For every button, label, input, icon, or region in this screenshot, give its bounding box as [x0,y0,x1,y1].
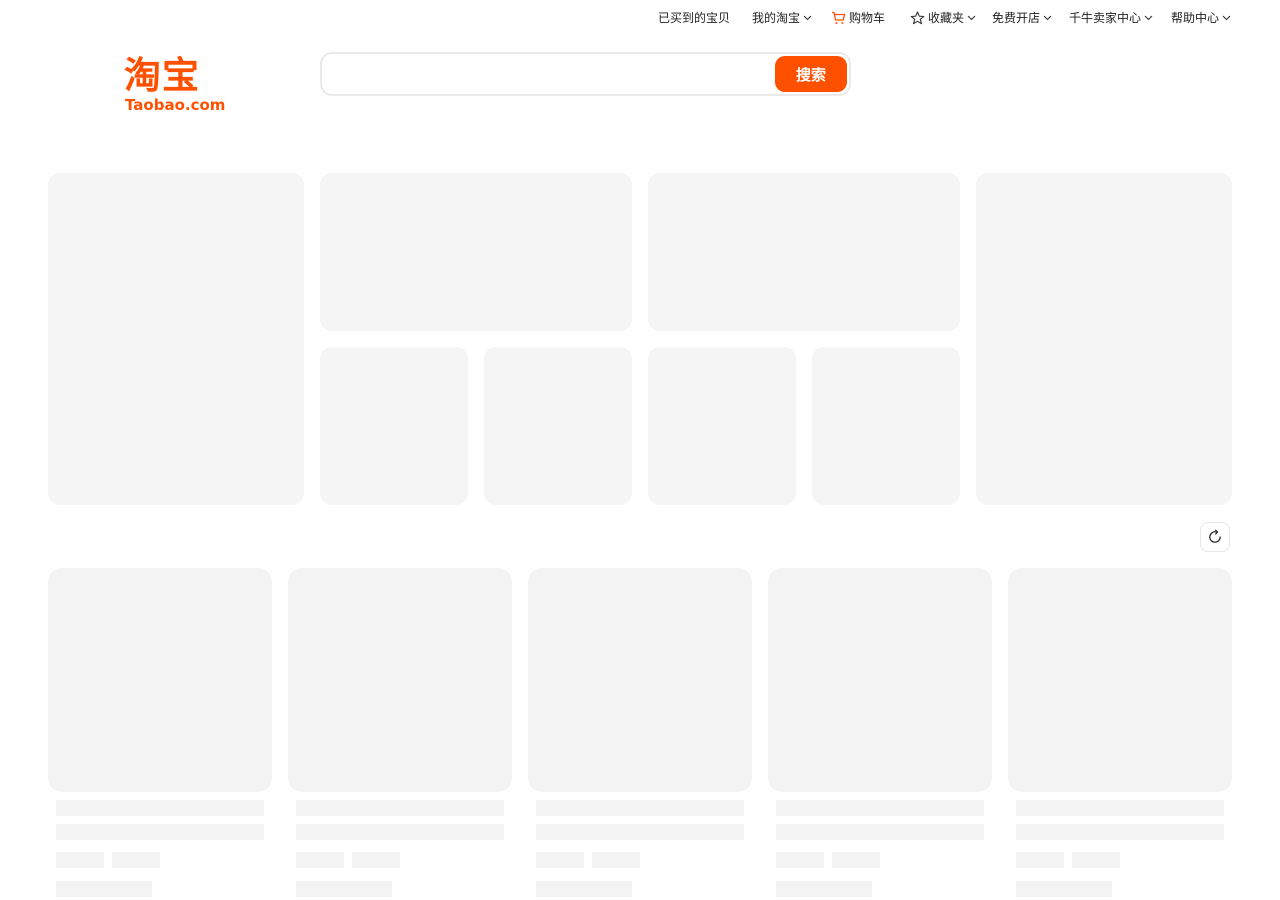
chevron-down-icon [1043,15,1052,21]
nav-my-taobao-menu[interactable]: 我的淘宝 [752,10,812,26]
product-image-skeleton [528,568,752,792]
product-price-skeleton [776,881,872,897]
skeleton-banner-1 [320,173,632,331]
nav-my-taobao-label: 我的淘宝 [752,11,801,25]
product-title-skeleton [56,824,264,840]
product-title-skeleton [296,824,504,840]
product-image-skeleton [48,568,272,792]
search-input[interactable] [332,62,772,86]
taobao-logo[interactable]: 淘宝 Taobao.com [124,56,230,116]
product-title-skeleton [56,800,264,816]
skeleton-tile [320,347,468,505]
chevron-down-icon [1144,15,1153,21]
nav-purchased-link[interactable]: 已买到的宝贝 [658,10,730,26]
nav-open-store-menu[interactable]: 免费开店 [992,10,1052,26]
product-tag-skeleton [592,852,640,868]
skeleton-tile [484,347,632,505]
nav-open-store-label: 免费开店 [992,11,1041,25]
nav-cart-link[interactable]: 购物车 [831,10,885,26]
product-title-skeleton [1016,824,1224,840]
product-image-skeleton [768,568,992,792]
product-title-skeleton [776,800,984,816]
product-tag-skeleton [112,852,160,868]
skeleton-tile [812,347,960,505]
product-image-skeleton [1008,568,1232,792]
chevron-down-icon [1222,15,1231,21]
logo-en-text: Taobao.com [125,96,226,114]
cart-icon [832,11,846,24]
product-tag-skeleton [1016,852,1064,868]
product-image-skeleton [288,568,512,792]
product-price-skeleton [56,881,152,897]
skeleton-left-panel [48,173,304,505]
product-tag-skeleton [56,852,104,868]
product-tag-skeleton [776,852,824,868]
nav-purchased-label: 已买到的宝贝 [658,11,731,25]
nav-seller-center-menu[interactable]: 千牛卖家中心 [1069,10,1153,26]
top-nav: 已买到的宝贝 我的淘宝 购物车 收藏夹 免费开店 千牛卖家中心 帮助中心 [0,0,1280,36]
product-tag-skeleton [536,852,584,868]
product-tag-skeleton [352,852,400,868]
product-title-skeleton [536,824,744,840]
chevron-down-icon [803,15,812,21]
product-title-skeleton [536,800,744,816]
product-price-skeleton [536,881,632,897]
skeleton-banner-2 [648,173,960,331]
nav-help-center-label: 帮助中心 [1171,11,1220,25]
nav-cart-label: 购物车 [849,11,886,25]
product-price-skeleton [296,881,392,897]
search-bar: 搜索 [320,52,851,96]
nav-favorites-menu[interactable]: 收藏夹 [910,10,976,26]
product-price-skeleton [1016,881,1112,897]
search-button[interactable]: 搜索 [775,56,847,92]
logo-cn-text: 淘宝 [124,54,200,97]
product-title-skeleton [296,800,504,816]
chevron-down-icon [967,15,976,21]
product-tag-skeleton [296,852,344,868]
product-title-skeleton [1016,800,1224,816]
product-tag-skeleton [1072,852,1120,868]
nav-seller-center-label: 千牛卖家中心 [1069,11,1142,25]
refresh-button[interactable] [1200,522,1230,552]
skeleton-right-panel [976,173,1232,505]
skeleton-tile [648,347,796,505]
refresh-icon [1209,529,1221,543]
nav-help-center-menu[interactable]: 帮助中心 [1171,10,1231,26]
product-tag-skeleton [832,852,880,868]
product-title-skeleton [776,824,984,840]
star-icon [910,11,925,25]
nav-favorites-label: 收藏夹 [928,11,965,25]
